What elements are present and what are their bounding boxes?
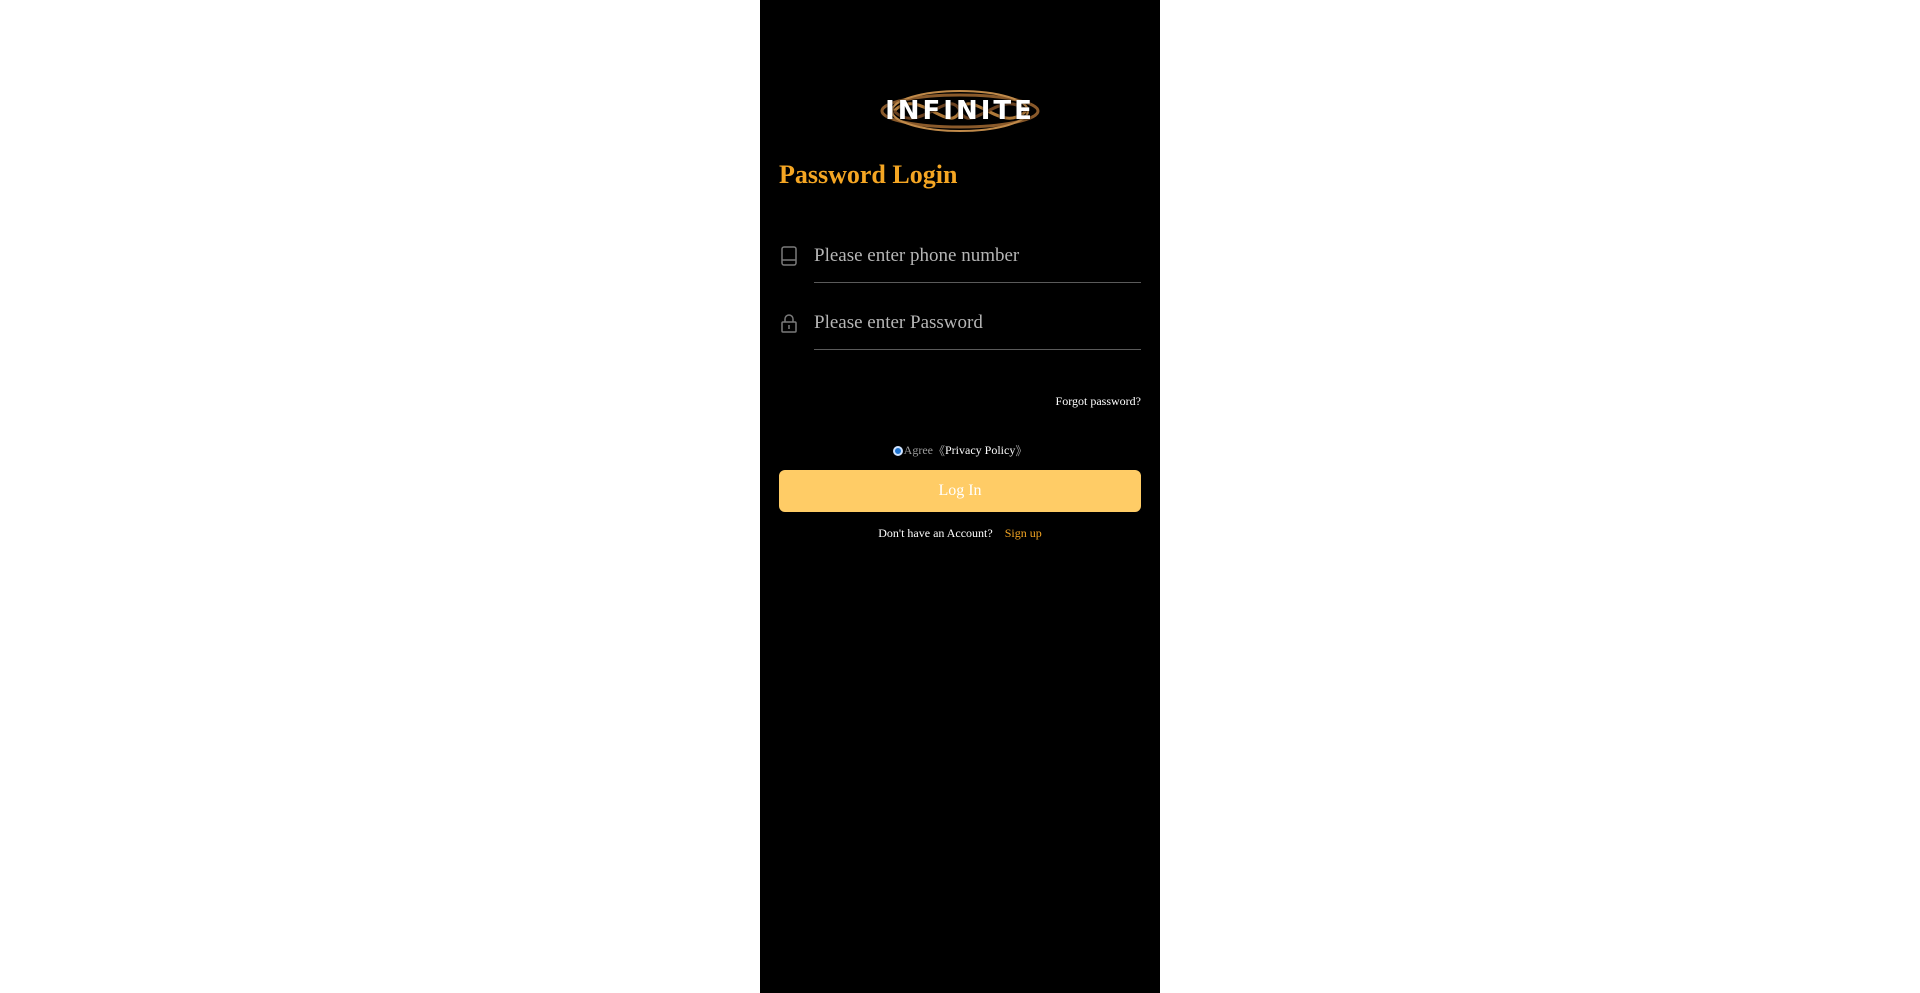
privacy-policy-link[interactable]: Privacy Policy [945, 443, 1015, 458]
phone-underline [814, 282, 1141, 283]
phone-icon [779, 245, 799, 267]
login-button[interactable]: Log In [779, 470, 1141, 512]
signup-link[interactable]: Sign up [1005, 526, 1042, 541]
page-title: Password Login [779, 160, 958, 189]
brand-logo: INFINITE [879, 88, 1041, 134]
close-bracket: 》 [1015, 444, 1028, 458]
phone-field [779, 236, 1141, 293]
open-bracket: 《 [932, 444, 945, 458]
agree-label: Agree [903, 443, 933, 457]
no-account-text: Don't have an Account? [878, 526, 993, 540]
privacy-agreement: Agree 《 Privacy Policy 》 [760, 442, 1160, 459]
signup-prompt: Don't have an Account? Sign up [760, 526, 1160, 541]
agree-radio[interactable] [892, 445, 903, 456]
password-underline [814, 349, 1141, 350]
forgot-password-link[interactable]: Forgot password? [1056, 394, 1141, 409]
logo-text: INFINITE [885, 96, 1035, 126]
logo-container: INFINITE [760, 88, 1160, 134]
lock-icon [779, 312, 799, 334]
password-field [779, 303, 1141, 360]
password-input[interactable] [814, 303, 1141, 343]
login-screen: INFINITE Password Login Forgot password?… [760, 0, 1160, 993]
phone-input[interactable] [814, 236, 1141, 276]
